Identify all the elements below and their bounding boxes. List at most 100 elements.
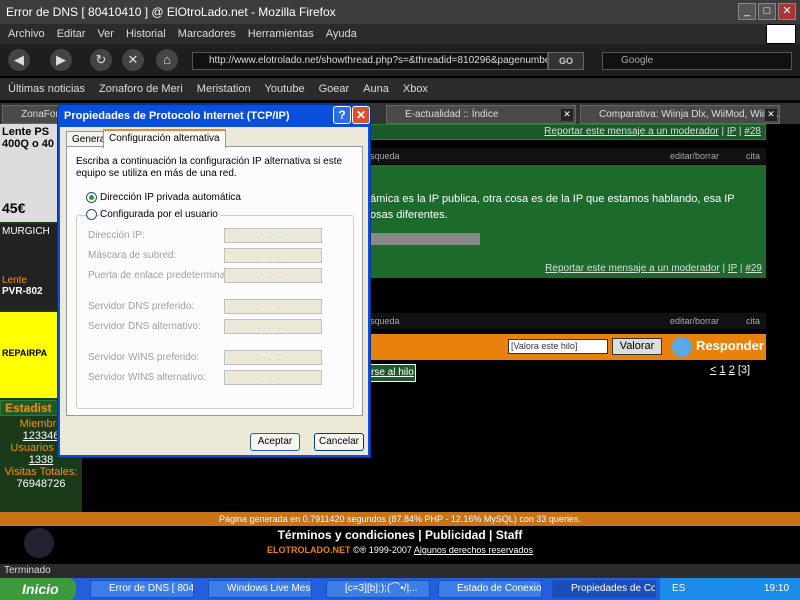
minimize-button[interactable]: _ [738, 3, 756, 20]
window-titlebar: Error de DNS [ 80410410 ] @ ElOtroLado.n… [0, 0, 800, 24]
staff-link[interactable]: Staff [496, 528, 523, 542]
tab-label: Comparativa: Wiinja Dlx, WiiMod, WiiK... [599, 109, 780, 120]
dns-preferred-field[interactable]: ... [224, 299, 322, 314]
home-icon[interactable]: ⌂ [156, 49, 178, 71]
gateway-field[interactable]: ... [224, 268, 322, 283]
ok-button[interactable]: Aceptar [250, 433, 300, 451]
cancel-button[interactable]: Cancelar [314, 433, 364, 451]
wins-preferred-field[interactable]: ... [224, 350, 322, 365]
gateway-label: Puerta de enlace predeterminada: [88, 270, 240, 281]
menu-ayuda[interactable]: Ayuda [318, 24, 361, 44]
edit-link[interactable]: editar/borrar [670, 313, 719, 329]
task-firefox[interactable]: Error de DNS [ 804... [90, 580, 194, 598]
page-current: [3] [737, 364, 751, 376]
reload-icon[interactable]: ↻ [90, 49, 112, 71]
menu-ver[interactable]: Ver [89, 24, 118, 44]
tab-alternate-config[interactable]: Configuración alternativa [103, 129, 226, 148]
footer-copyright: ELOTROLADO.NET ©® 1999-2007 Algunos dere… [0, 545, 800, 559]
maximize-button[interactable]: □ [758, 3, 776, 20]
ad-banner[interactable]: Lente PS 400Q o 40 45€ [0, 124, 58, 222]
task-label: Estado de Conexio... [457, 583, 542, 594]
advertising-link[interactable]: Publicidad [425, 528, 486, 542]
menu-marcadores[interactable]: Marcadores [170, 24, 240, 44]
go-button[interactable]: GO [548, 52, 584, 70]
report-link[interactable]: Reportar este mensaje a un moderador [545, 263, 720, 274]
page-1[interactable]: 1 [720, 364, 726, 376]
pagination: < 1 2 [3] [710, 364, 750, 376]
search-input[interactable]: Google [602, 52, 792, 70]
ad-banner[interactable]: MURGICH Lente PVR-802 [0, 224, 58, 310]
back-icon[interactable]: ◀ [8, 49, 30, 71]
tab-e-actualidad[interactable]: E-actualidad :: Índice ✕ [386, 105, 576, 124]
terms-link[interactable]: Términos y condiciones [278, 528, 415, 542]
rating-select[interactable]: [Valora este hilo] [508, 339, 608, 354]
menu-archivo[interactable]: Archivo [0, 24, 49, 44]
site-name: ELOTROLADO.NET [267, 545, 351, 555]
system-tray: ES 19:10 [660, 578, 800, 600]
rate-button[interactable]: Valorar [612, 338, 662, 355]
report-link[interactable]: Reportar este mensaje a un moderador [544, 126, 719, 137]
user-config-radio[interactable] [86, 209, 97, 220]
reply-button[interactable]: Responder [696, 338, 764, 353]
auto-ip-radio[interactable] [86, 192, 97, 203]
task-messenger[interactable]: Windows Live Mess... [208, 580, 312, 598]
wins-alternate-field[interactable]: ... [224, 370, 322, 385]
menu-herramientas[interactable]: Herramientas [240, 24, 318, 44]
menu-historial[interactable]: Historial [118, 24, 170, 44]
tab-zonaforo[interactable]: ZonaForo [2, 105, 62, 124]
tab-label: E-actualidad :: Índice [405, 109, 499, 120]
bookmarks-bar: Últimas noticias Zonaforo de Meri Meristat… [0, 78, 800, 100]
start-button[interactable]: Inicio [0, 578, 76, 600]
language-indicator[interactable]: ES [672, 578, 685, 600]
rights-link[interactable]: Algunos derechos reservados [414, 545, 533, 555]
url-input[interactable]: http://www.elotrolado.net/showthread.php… [192, 52, 548, 70]
copyright-text: ©® 1999-2007 [353, 545, 412, 555]
bookmark-item[interactable]: Youtube [257, 78, 311, 100]
ip-link[interactable]: IP [727, 126, 736, 137]
tab-comparativa[interactable]: Comparativa: Wiinja Dlx, WiiMod, WiiK...… [580, 105, 780, 124]
post-toolbar: squeda editar/borrar cita [370, 148, 766, 164]
bookmark-item[interactable]: Auna [355, 78, 395, 100]
subnet-mask-field[interactable]: ... [224, 248, 322, 263]
bookmark-item[interactable]: Zonaforo de Meri [91, 78, 189, 100]
quote-link[interactable]: cita [746, 148, 760, 164]
page-prev[interactable]: < [710, 364, 716, 376]
intro-text: Escriba a continuación la configuración … [76, 156, 343, 179]
close-button[interactable]: ✕ [778, 3, 796, 20]
auto-ip-label[interactable]: Dirección IP privada automática [100, 192, 241, 203]
wins-alternate-label: Servidor WINS alternativo: [88, 372, 206, 383]
bookmark-item[interactable]: Meristation [189, 78, 257, 100]
menu-editar[interactable]: Editar [49, 24, 90, 44]
search-link[interactable]: squeda [370, 151, 400, 161]
task-connection-status[interactable]: Estado de Conexio... [438, 580, 542, 598]
back-to-thread-link[interactable]: rse al hilo [370, 364, 416, 382]
ip-link[interactable]: IP [728, 263, 737, 274]
close-tab-icon[interactable]: ✕ [561, 109, 573, 121]
ad-banner[interactable]: REPAIRPA [0, 312, 58, 398]
bookmark-item[interactable]: Últimas noticias [0, 78, 91, 100]
help-button[interactable]: ? [333, 106, 351, 124]
ad-text: PVR-802 [2, 286, 43, 297]
bookmark-item[interactable]: Xbox [395, 78, 434, 100]
post-number[interactable]: #29 [745, 263, 762, 274]
post-number[interactable]: #28 [744, 126, 761, 137]
task-properties[interactable]: Propiedades de Co... [552, 580, 656, 598]
quote-link[interactable]: cita [746, 313, 760, 329]
ad-text: Lente [2, 275, 28, 286]
post-footer: Reportar este mensaje a un moderador | I… [370, 262, 766, 278]
dns-alternate-field[interactable]: ... [224, 319, 322, 334]
throbber-icon [766, 24, 796, 44]
forward-icon[interactable]: ▶ [50, 49, 72, 71]
ip-address-field[interactable]: ... [224, 228, 322, 243]
close-tab-icon[interactable]: ✕ [765, 109, 777, 121]
page-2[interactable]: 2 [729, 364, 735, 376]
edit-link[interactable]: editar/borrar [670, 148, 719, 164]
clock: 19:10 [764, 583, 790, 594]
stop-icon[interactable]: ✕ [122, 49, 144, 71]
post-text: ámica es la IP publica, otra cosa es de … [370, 193, 735, 205]
search-link[interactable]: squeda [370, 316, 400, 326]
bookmark-item[interactable]: Goear [311, 78, 356, 100]
user-config-label[interactable]: Configurada por el usuario [100, 209, 220, 220]
task-chat[interactable]: [c=3][b];);(⌒•/|... [326, 580, 430, 598]
dialog-close-button[interactable]: ✕ [352, 106, 370, 124]
